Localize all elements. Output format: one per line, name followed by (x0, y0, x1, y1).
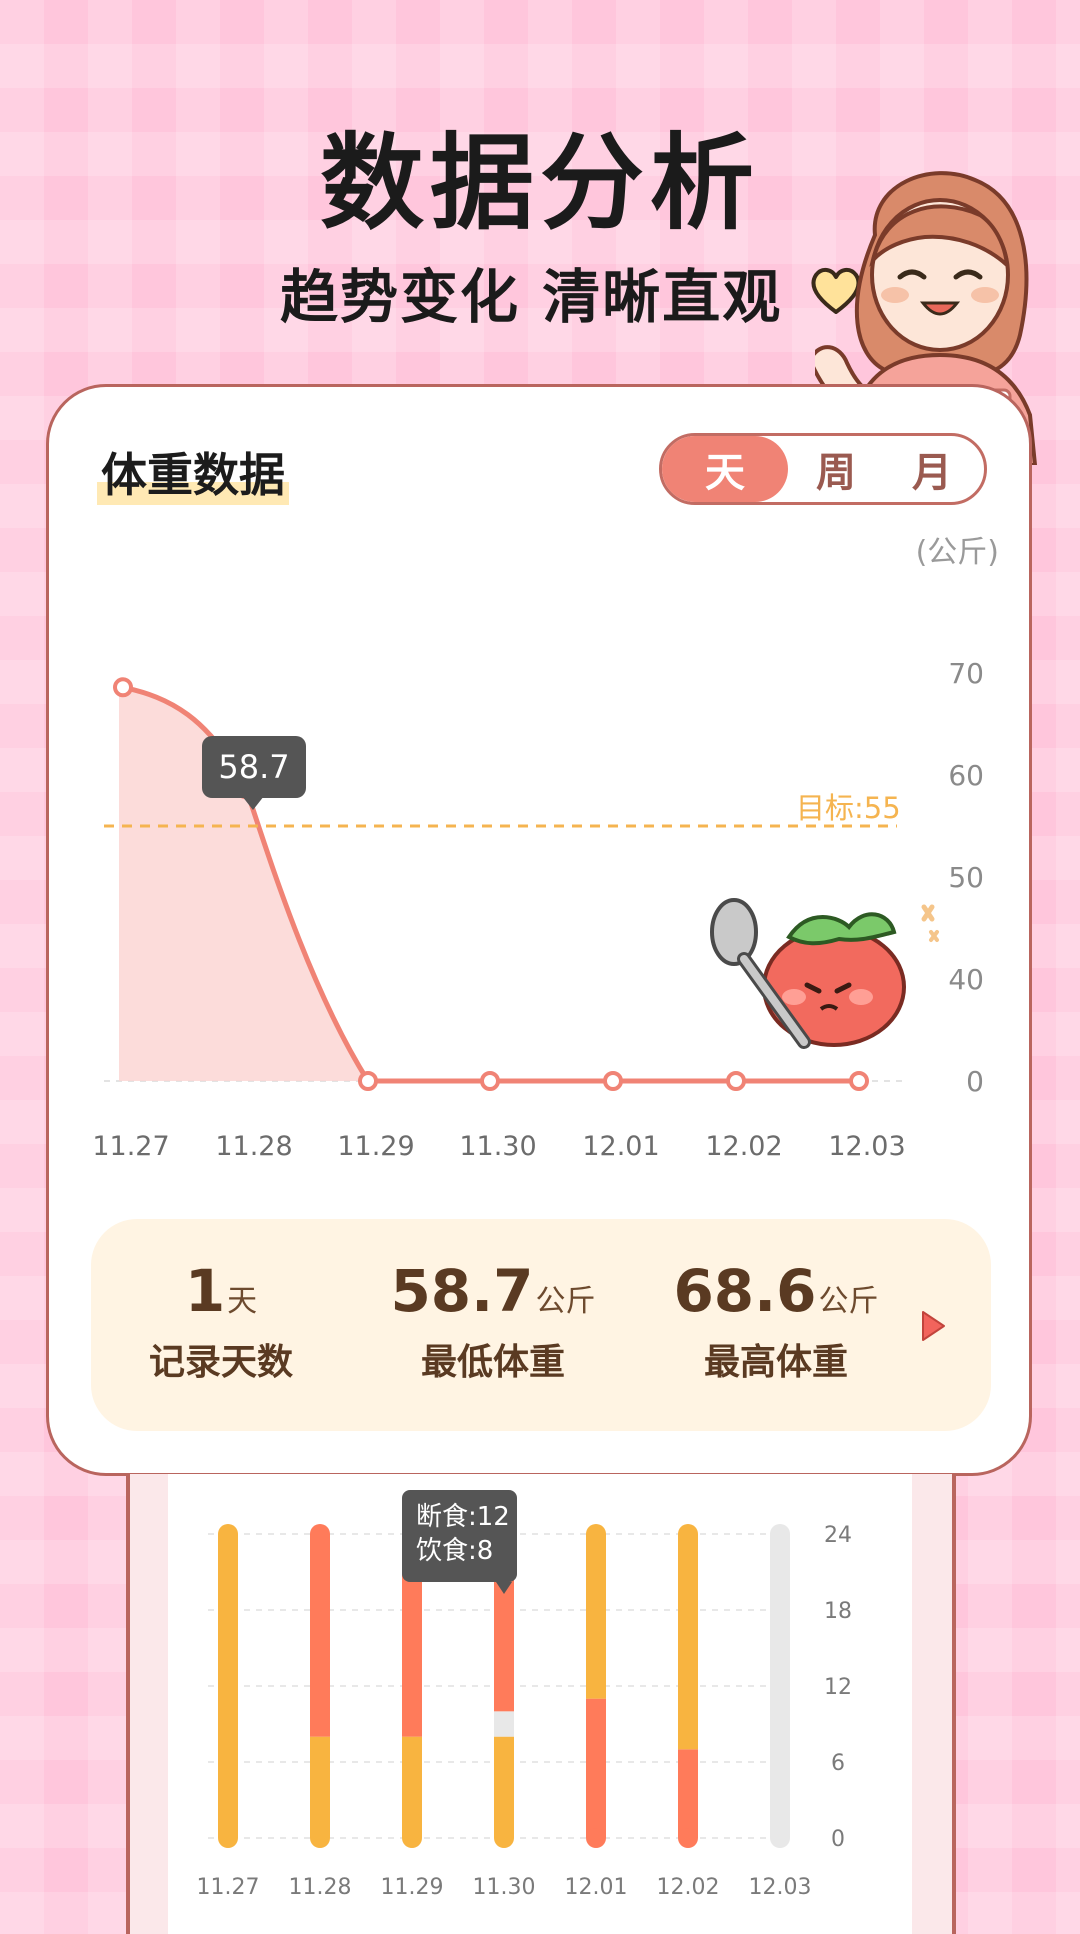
bar-cap (770, 1524, 790, 1544)
weight-tooltip: 58.7 (202, 736, 306, 798)
fasting-tooltip-line2: 饮食:8 (416, 1536, 494, 1566)
stat-min-label: 最低体重 (420, 1342, 565, 1383)
weight-card: 体重数据 天 周 月 (公斤) 70 60 50 40 0 11.27 11.28 11.29… (46, 384, 1032, 1476)
bar-segment (678, 1534, 698, 1750)
x-tick-label: 11.29 (337, 1131, 414, 1162)
x-tick-label: 11.30 (473, 1875, 536, 1900)
weight-tooltip-value: 58.7 (218, 748, 290, 786)
bar-group[interactable] (218, 1524, 238, 1848)
x-tick-label: 12.03 (749, 1875, 812, 1900)
bar-cap (494, 1828, 514, 1848)
tooltip-pointer (242, 796, 264, 810)
stat-days-value: 1 (184, 1257, 226, 1325)
bar-segment (218, 1534, 238, 1838)
x-tick-label: 11.29 (381, 1875, 444, 1900)
stat-min-weight: 58.7公斤 最低体重 (363, 1257, 623, 1385)
y-tick-label: 0 (831, 1827, 845, 1852)
bar-group[interactable] (678, 1524, 698, 1848)
bar-cap (586, 1828, 606, 1848)
x-tick-label: 11.27 (197, 1875, 260, 1900)
bar-segment (310, 1736, 330, 1838)
goal-label: 目标:55 (796, 791, 901, 825)
y-tick-label: 24 (824, 1523, 852, 1548)
x-tick-label: 11.28 (289, 1875, 352, 1900)
stat-record-days: 1天 记录天数 (91, 1257, 351, 1385)
fasting-chart: 24 18 12 6 0 11.27 11.28 11.29 11.30 12.01 12.02 12… (197, 1523, 852, 1900)
x-tick-label: 12.03 (828, 1131, 905, 1162)
bar-group[interactable] (770, 1524, 790, 1848)
bar-group[interactable] (310, 1524, 330, 1848)
bar-cap (770, 1828, 790, 1848)
bar-cap (310, 1524, 330, 1544)
x-tick-label: 12.02 (705, 1131, 782, 1162)
x-tick-label: 12.01 (582, 1131, 659, 1162)
stats-panel[interactable]: 1天 记录天数 58.7公斤 最低体重 68.6公斤 最高体重 (91, 1219, 991, 1431)
bar-group[interactable] (586, 1524, 606, 1848)
stat-max-unit: 公斤 (818, 1284, 879, 1319)
y-tick-label: 0 (966, 1065, 984, 1098)
bar-cap (678, 1828, 698, 1848)
data-point[interactable] (480, 1071, 500, 1091)
fasting-card: 24 18 12 6 0 11.27 11.28 11.29 11.30 12.01 12.02 12… (126, 1474, 956, 1934)
y-tick-label: 60 (948, 759, 984, 792)
data-point[interactable] (726, 1071, 746, 1091)
stat-days-label: 记录天数 (148, 1342, 293, 1383)
bar-segment (586, 1534, 606, 1699)
tomato-mascot (710, 898, 939, 1049)
data-point[interactable] (358, 1071, 378, 1091)
data-point[interactable] (603, 1071, 623, 1091)
x-tick-label: 11.28 (215, 1131, 292, 1162)
arrow-right-icon[interactable] (919, 1309, 947, 1343)
x-tick-label: 12.02 (657, 1875, 720, 1900)
bar-cap (310, 1828, 330, 1848)
bar-segment (494, 1736, 514, 1838)
bar-cap (678, 1524, 698, 1544)
stat-min-value: 58.7 (390, 1257, 534, 1325)
stat-min-unit: 公斤 (535, 1284, 596, 1319)
data-point[interactable] (849, 1071, 869, 1091)
x-tick-label: 11.27 (92, 1131, 169, 1162)
y-tick-label: 6 (831, 1751, 845, 1776)
bar-cap (218, 1524, 238, 1544)
bar-segment (586, 1698, 606, 1838)
data-point[interactable] (113, 677, 133, 698)
y-tick-label: 70 (948, 657, 984, 690)
stat-max-label: 最高体重 (703, 1342, 848, 1383)
stat-max-weight: 68.6公斤 最高体重 (646, 1257, 906, 1385)
x-tick-label: 11.30 (459, 1131, 536, 1162)
x-tick-label: 12.01 (565, 1875, 628, 1900)
bar-segment (310, 1534, 330, 1737)
bar-segment (770, 1534, 790, 1838)
bar-segment (494, 1711, 514, 1737)
fasting-card-inner: 24 18 12 6 0 11.27 11.28 11.29 11.30 12.01 12.02 12… (168, 1474, 912, 1934)
bar-segment (402, 1736, 422, 1838)
bar-cap (218, 1828, 238, 1848)
hero-subtitle: 趋势变化 清晰直观 (280, 263, 783, 331)
fasting-tooltip: 断食:12 饮食:8 (402, 1490, 517, 1582)
bar-segment (678, 1749, 698, 1838)
bar-cap (586, 1524, 606, 1544)
y-tick-label: 18 (824, 1599, 852, 1624)
stat-max-value: 68.6 (673, 1257, 817, 1325)
stat-days-unit: 天 (227, 1284, 258, 1319)
bar-cap (402, 1828, 422, 1848)
fasting-tooltip-line1: 断食:12 (416, 1502, 510, 1532)
y-tick-label: 12 (824, 1675, 852, 1700)
